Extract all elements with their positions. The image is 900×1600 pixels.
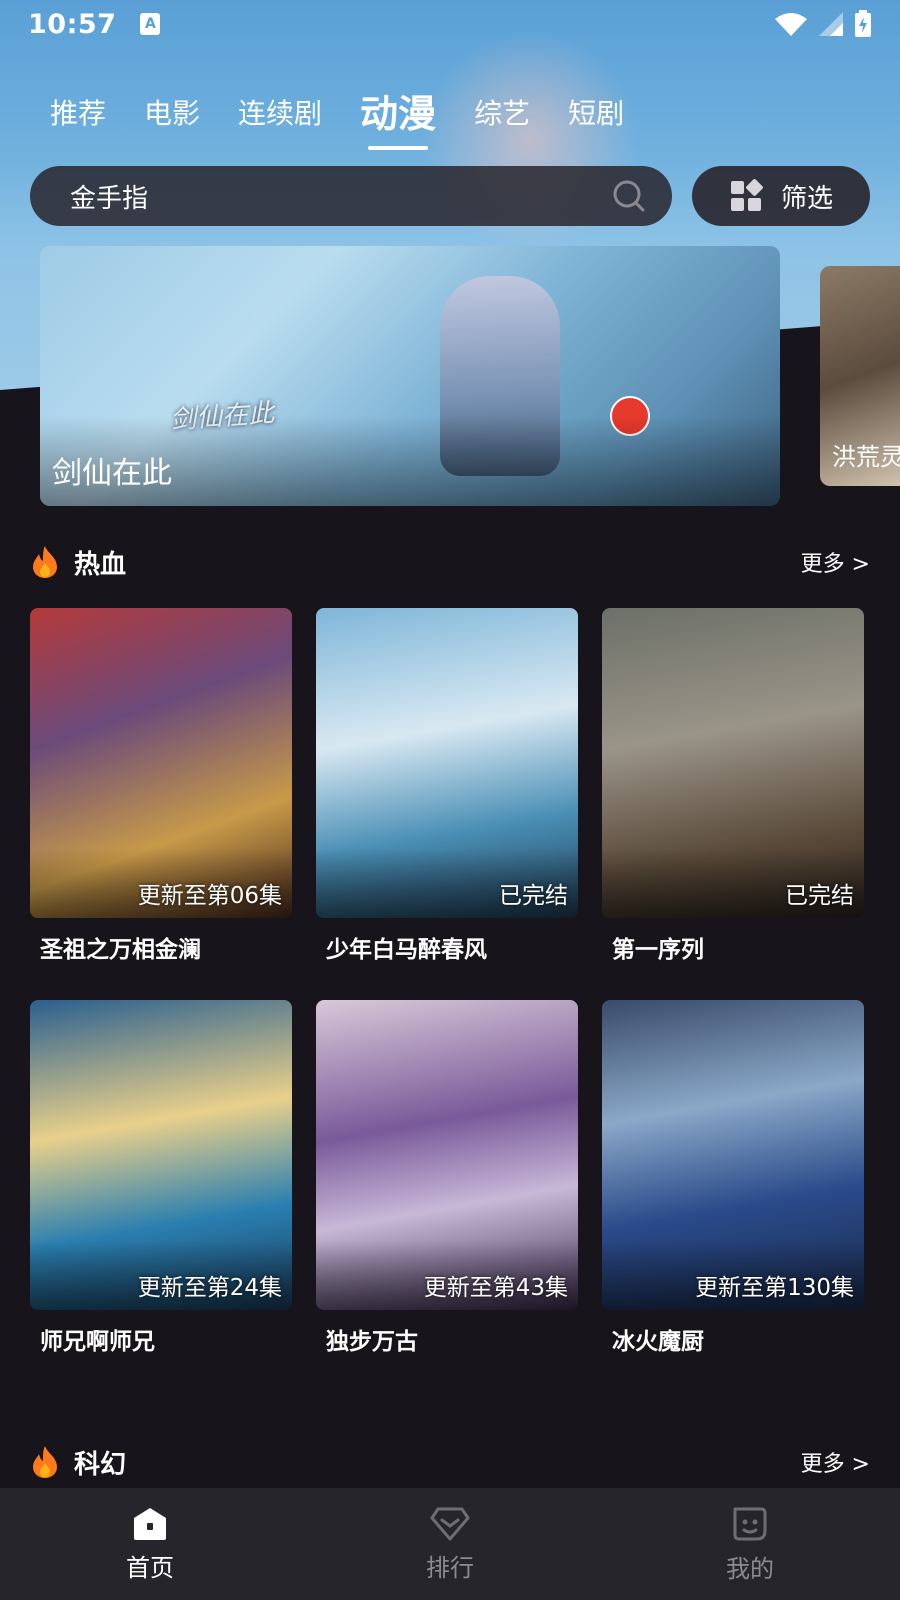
section-title: 热血 [74,549,127,580]
filter-button[interactable]: 筛选 [692,166,870,226]
card-title: 冰火魔厨 [612,1329,704,1355]
nav-label: 排行 [426,1553,474,1582]
grid-icon [730,179,763,211]
poster-image: 更新至第06集 [30,608,292,918]
input-method-icon: A [140,13,161,35]
banner-title: 剑仙在此 [52,456,172,491]
home-icon [134,1507,166,1540]
episode-status: 更新至第24集 [137,1275,282,1301]
ranking-icon [430,1507,470,1540]
section-header-scifi: 科幻 更多 > [30,1442,870,1482]
nav-ranking[interactable]: 排行 [300,1488,600,1600]
filter-label: 筛选 [780,183,833,214]
status-icons [774,10,872,38]
section-header-hotblood: 热血 更多 > [30,542,870,582]
card-title: 圣祖之万相金澜 [40,937,201,963]
poster-image: 更新至第24集 [30,1000,292,1310]
battery-icon [855,10,871,37]
tab-series[interactable]: 连续剧 [238,92,322,150]
tab-recommend[interactable]: 推荐 [50,92,106,150]
content-grid: 更新至第06集 圣祖之万相金澜 已完结 少年白马醉春风 已完结 第一序列 更新至… [30,608,870,1356]
banner-next-title: 洪荒灵 [832,443,900,471]
nav-home[interactable]: 首页 [0,1488,300,1600]
episode-status: 已完结 [499,883,568,909]
nav-label: 我的 [726,1554,774,1583]
content-card[interactable]: 更新至第130集 冰火魔厨 [602,1000,864,1356]
more-link[interactable]: 更多 > [801,546,870,578]
status-time: 10:57 [28,8,117,40]
content-card[interactable]: 更新至第24集 师兄啊师兄 [30,1000,292,1356]
content-card[interactable]: 更新至第06集 圣祖之万相金澜 [30,608,292,964]
poster-image: 已完结 [316,608,578,918]
poster-image: 更新至第130集 [602,1000,864,1310]
card-title: 师兄啊师兄 [40,1329,155,1355]
episode-status: 已完结 [785,883,854,909]
content-card[interactable]: 已完结 第一序列 [602,608,864,964]
section-title: 科幻 [74,1449,127,1480]
nav-label: 首页 [126,1553,174,1582]
search-input-value: 金手指 [70,183,149,214]
card-title: 独步万古 [326,1329,418,1355]
tab-variety[interactable]: 综艺 [474,92,530,150]
tab-short-drama[interactable]: 短剧 [568,92,624,150]
card-title: 第一序列 [612,937,704,963]
flame-icon [33,1446,57,1478]
content-card[interactable]: 已完结 少年白马醉春风 [316,608,578,964]
status-bar: 10:57 A [0,0,900,48]
tab-anime[interactable]: 动漫 [360,83,436,150]
wifi-icon [775,13,807,36]
tab-movie[interactable]: 电影 [144,92,200,150]
signal-icon [819,12,843,36]
bottom-nav: 首页 排行 我的 [0,1488,900,1600]
search-input[interactable]: 金手指 [30,166,672,226]
banner-slide[interactable]: 剑仙在此 剑仙在此 [40,246,780,506]
card-title: 少年白马醉春风 [326,937,487,963]
nav-profile[interactable]: 我的 [600,1488,900,1600]
search-icon[interactable] [612,179,646,213]
category-tabs: 推荐 电影 连续剧 动漫 综艺 短剧 [50,80,662,150]
more-link[interactable]: 更多 > [801,1446,870,1478]
content-card[interactable]: 更新至第43集 独步万古 [316,1000,578,1356]
episode-status: 更新至第06集 [137,883,282,909]
poster-image: 更新至第43集 [316,1000,578,1310]
flame-icon [33,546,57,578]
episode-status: 更新至第43集 [423,1275,568,1301]
banner-slide-next[interactable]: 洪荒灵 [820,266,900,486]
episode-status: 更新至第130集 [695,1275,854,1301]
profile-icon [733,1507,767,1540]
poster-image: 已完结 [602,608,864,918]
